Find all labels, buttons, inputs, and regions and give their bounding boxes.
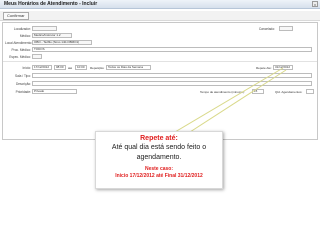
espec-medico-field[interactable] [32, 54, 42, 59]
callout-heading: Repete até: [140, 135, 178, 142]
descricao-label: Descrição: [15, 82, 31, 86]
qtd-agendamentos-field[interactable] [306, 89, 314, 94]
prioridade-select[interactable]: Privado [32, 89, 77, 94]
medico-field[interactable]: Medico/Instrutor 1.2 [32, 33, 72, 38]
callout-example-title: Neste caso: [144, 166, 174, 172]
localizador-label: Localizador: [13, 27, 31, 31]
repete-ate-label: Repete Até: [256, 66, 272, 70]
divider [3, 61, 317, 62]
inicio-label: Início: [22, 66, 31, 70]
form-panel: Localizador: Cancelado: Médico: Medico/I… [2, 22, 318, 140]
descricao-field[interactable] [32, 81, 312, 86]
ate-label: até [68, 66, 73, 70]
close-icon[interactable]: x [312, 1, 318, 7]
prioridade-label: Prioridade: [15, 90, 31, 94]
localizador-field[interactable] [32, 26, 57, 31]
inicio-date-field[interactable]: 17/12/2012 [32, 65, 52, 70]
callout-body-line2: agendamento. [136, 154, 182, 161]
sala-tipo-select[interactable] [32, 73, 312, 78]
qtd-agendamentos-label: Qtd. Agendamentos: [275, 90, 303, 94]
toolbar: Confirmar [0, 11, 320, 21]
espec-medico-label: Espec. Médico: [9, 55, 31, 59]
local-label: Local Atendimento: [5, 41, 33, 45]
proc-medico-label: Proc. Médico: [11, 48, 32, 52]
window-titlebar: Meus Horários de Atendimento - Incluir x [0, 0, 320, 9]
cancelado-field[interactable] [279, 26, 293, 31]
local-field[interactable]: OBO - Tazfilo (Simo 140-OBMO1) [32, 40, 92, 45]
tempo-label: Tempo de atendimento (minutos): [200, 90, 245, 94]
callout-body-line1: Até qual dia está sendo feito o [111, 144, 207, 151]
repete-ate-field[interactable]: 31/12/2012 [273, 65, 293, 70]
medico-label: Médico: [19, 34, 31, 38]
cancelado-label: Cancelado: [258, 27, 275, 31]
proc-medico-select[interactable]: TODOS [32, 47, 312, 52]
time-from-field[interactable]: 08:00 [54, 65, 66, 70]
sala-tipo-label: Sala / Tipo: [15, 74, 31, 78]
time-to-field[interactable]: 10:00 [75, 65, 87, 70]
confirm-button[interactable]: Confirmar [3, 12, 29, 20]
window-title: Meus Horários de Atendimento - Incluir [4, 1, 98, 7]
repeticao-select[interactable]: Todos os Dias da Semana [106, 65, 151, 70]
tempo-field[interactable]: 15 [252, 89, 264, 94]
callout-example-range: Inicio 17/12/2012 até Final 31/12/2012 [115, 173, 203, 179]
repeticao-label: Repetição: [90, 66, 105, 70]
callout-box: Repete até: Até qual dia está sendo feit… [95, 131, 223, 189]
